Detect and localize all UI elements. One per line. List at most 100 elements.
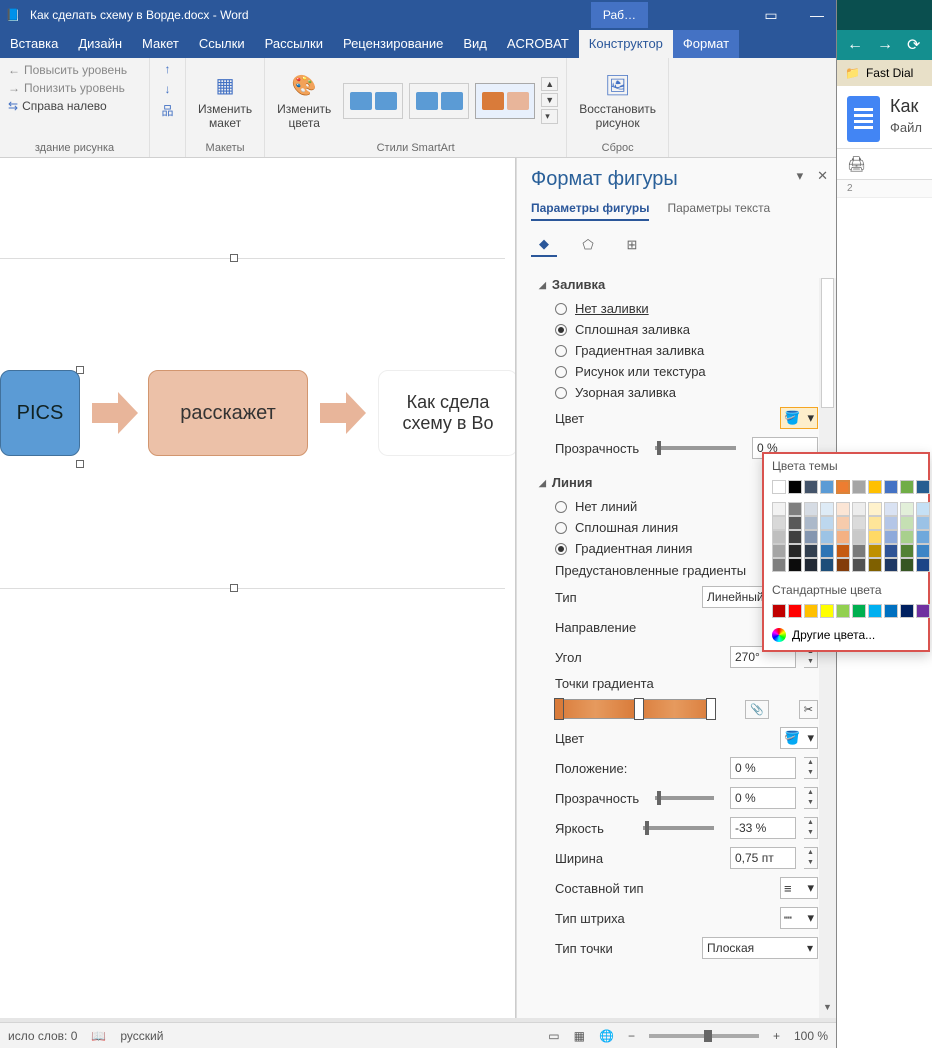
change-layout-button[interactable]: ▦ Изменить макет — [194, 70, 256, 132]
color-swatch[interactable] — [804, 502, 818, 516]
smartart-shape-3[interactable]: Как сдела схему в Во — [378, 370, 516, 456]
color-swatch[interactable] — [820, 558, 834, 572]
print-layout-icon[interactable]: ▦ — [574, 1029, 585, 1043]
style-option-3[interactable] — [475, 83, 535, 119]
fill-section-header[interactable]: Заливка — [539, 273, 822, 298]
color-swatch[interactable] — [788, 530, 802, 544]
fill-picture-radio[interactable]: Рисунок или текстура — [539, 361, 822, 382]
text-options-tab[interactable]: Параметры текста — [667, 201, 770, 221]
gallery-down-icon[interactable]: ▼ — [541, 93, 558, 107]
color-swatch[interactable] — [852, 516, 866, 530]
color-swatch[interactable] — [804, 604, 818, 618]
color-swatch[interactable] — [804, 530, 818, 544]
compound-type-button[interactable]: ≡▾ — [780, 877, 818, 899]
color-swatch[interactable] — [820, 544, 834, 558]
color-swatch[interactable] — [836, 530, 850, 544]
smartart-shape-2[interactable]: расскажет — [148, 370, 308, 456]
transparency2-input[interactable]: 0 % — [730, 787, 796, 809]
fill-color-button[interactable]: 🪣▾ — [780, 407, 818, 429]
color-swatch[interactable] — [836, 558, 850, 572]
color-swatch[interactable] — [916, 480, 930, 494]
color-swatch[interactable] — [884, 516, 898, 530]
color-swatch[interactable] — [916, 502, 930, 516]
color-swatch[interactable] — [772, 530, 786, 544]
color-swatch[interactable] — [788, 544, 802, 558]
width-spinner[interactable]: ▲▼ — [804, 847, 818, 869]
shape-options-tab[interactable]: Параметры фигуры — [531, 201, 649, 221]
color-swatch[interactable] — [884, 544, 898, 558]
position-input[interactable]: 0 % — [730, 757, 796, 779]
style-option-1[interactable] — [343, 83, 403, 119]
color-swatch[interactable] — [852, 558, 866, 572]
bookmark-fastdial[interactable]: Fast Dial — [866, 66, 913, 80]
scroll-thumb[interactable] — [821, 278, 834, 408]
color-swatch[interactable] — [868, 558, 882, 572]
more-colors-button[interactable]: Другие цвета... — [764, 624, 928, 646]
color-swatch[interactable] — [900, 480, 914, 494]
fill-pattern-radio[interactable]: Узорная заливка — [539, 382, 822, 403]
color-swatch[interactable] — [884, 530, 898, 544]
selection-handle[interactable] — [230, 584, 238, 592]
width-input[interactable]: 0,75 пт — [730, 847, 796, 869]
document-canvas[interactable]: PICS расскажет Как сдела схему в Во — [0, 158, 516, 1018]
color-swatch[interactable] — [804, 544, 818, 558]
ribbon-display-button[interactable]: ▭ — [748, 0, 794, 30]
change-colors-button[interactable]: 🎨 Изменить цвета — [273, 70, 335, 132]
print-icon[interactable]: 🖨 — [847, 155, 866, 173]
back-icon[interactable]: ← — [847, 36, 863, 54]
color-swatch[interactable] — [868, 480, 882, 494]
style-option-2[interactable] — [409, 83, 469, 119]
color-swatch[interactable] — [916, 544, 930, 558]
move-down-icon[interactable]: ↓ — [165, 82, 171, 96]
selection-handle[interactable] — [76, 460, 84, 468]
color-swatch[interactable] — [868, 604, 882, 618]
color-swatch[interactable] — [804, 558, 818, 572]
forward-icon[interactable]: → — [877, 36, 893, 54]
language-indicator[interactable]: русский — [120, 1029, 163, 1043]
color-swatch[interactable] — [900, 530, 914, 544]
tab-references[interactable]: Ссылки — [189, 30, 255, 58]
cap-type-dropdown[interactable]: Плоская▾ — [702, 937, 818, 959]
read-mode-icon[interactable]: ▭ — [548, 1029, 559, 1043]
smartart-shape-1[interactable]: PICS — [0, 370, 80, 456]
color-swatch[interactable] — [900, 502, 914, 516]
zoom-in-button[interactable]: + — [773, 1029, 780, 1043]
color-swatch[interactable] — [772, 480, 786, 494]
color-swatch[interactable] — [900, 604, 914, 618]
tab-layout[interactable]: Макет — [132, 30, 189, 58]
color-swatch[interactable] — [900, 544, 914, 558]
color-swatch[interactable] — [868, 516, 882, 530]
fill-solid-radio[interactable]: Сплошная заливка — [539, 319, 822, 340]
tab-smartart-format[interactable]: Формат — [673, 30, 739, 58]
fill-line-icon[interactable]: ◆ — [531, 233, 557, 257]
color-swatch[interactable] — [884, 502, 898, 516]
color-swatch[interactable] — [788, 502, 802, 516]
spellcheck-icon[interactable]: 📖 — [91, 1029, 106, 1043]
color-swatch[interactable] — [788, 516, 802, 530]
color-swatch[interactable] — [916, 604, 930, 618]
color-swatch[interactable] — [900, 516, 914, 530]
color-swatch[interactable] — [852, 502, 866, 516]
transparency2-spinner[interactable]: ▲▼ — [804, 787, 818, 809]
color-swatch[interactable] — [772, 516, 786, 530]
effects-icon[interactable]: ⬠ — [575, 233, 601, 257]
zoom-level[interactable]: 100 % — [794, 1029, 828, 1043]
position-spinner[interactable]: ▲▼ — [804, 757, 818, 779]
color-swatch[interactable] — [772, 502, 786, 516]
color-swatch[interactable] — [788, 604, 802, 618]
color-swatch[interactable] — [836, 516, 850, 530]
size-properties-icon[interactable]: ⊞ — [619, 233, 645, 257]
color-swatch[interactable] — [868, 502, 882, 516]
right-to-left[interactable]: ⇆Справа налево — [8, 98, 107, 114]
pane-options-icon[interactable]: ▾ — [797, 168, 804, 184]
color-swatch[interactable] — [836, 604, 850, 618]
brightness-spinner[interactable]: ▲▼ — [804, 817, 818, 839]
add-stop-icon[interactable]: 📎 — [745, 700, 769, 719]
color-swatch[interactable] — [852, 480, 866, 494]
web-layout-icon[interactable]: 🌐 — [599, 1029, 614, 1043]
fill-none-radio[interactable]: Нет заливки — [539, 298, 822, 319]
color-swatch[interactable] — [804, 516, 818, 530]
reload-icon[interactable]: ⟳ — [907, 35, 920, 55]
stop-color-button[interactable]: 🪣▾ — [780, 727, 818, 749]
move-up-icon[interactable]: ↑ — [165, 62, 171, 76]
